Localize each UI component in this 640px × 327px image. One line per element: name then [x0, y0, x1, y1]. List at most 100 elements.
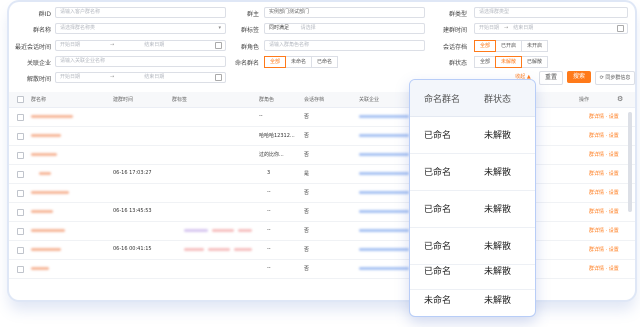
row-create-time: 06-16 13:45:53	[113, 208, 152, 214]
row-checkbox[interactable]	[17, 247, 24, 254]
recent-talk-range[interactable]: 开始日期 → 结束日期	[55, 40, 226, 51]
callout-header: 命名群名 群状态	[410, 80, 535, 117]
filter-label-group-status: 群状态	[448, 60, 467, 67]
row-session-archive: 否	[304, 247, 310, 253]
table-row[interactable]: 06-16 17:03:27 3 是 群详情 · 设置	[9, 165, 635, 184]
callout-col-status: 群状态	[484, 95, 512, 105]
named-group-toggle: 全部 未命名 已命名	[264, 56, 339, 68]
table-row[interactable]: 06-16 00:41:15 -- 否 群详情 · 设置	[9, 241, 635, 260]
table-header: 群名称 建群时间 群标签 群角色 会话存档 关联企业 操作 ⚙	[9, 92, 635, 108]
status-option-all[interactable]: 全部	[474, 56, 497, 68]
group-name-redacted	[31, 248, 61, 251]
row-actions[interactable]: 群详情 · 设置	[589, 132, 619, 139]
callout-status-value: 未解散	[484, 242, 512, 252]
archive-option-on[interactable]: 已开启	[495, 40, 523, 52]
row-checkbox[interactable]	[17, 114, 24, 121]
create-time-range[interactable]: 开始日期 → 结束日期	[474, 23, 628, 34]
refresh-icon: ⟳	[599, 75, 604, 81]
filter-label-group-tag: 群标签	[240, 27, 259, 34]
group-name-redacted	[31, 191, 69, 194]
filter-label-named-group: 命名群名	[234, 60, 259, 67]
row-create-time: 06-16 17:03:27	[113, 170, 152, 176]
dissolve-time-start: 开始日期	[60, 74, 81, 80]
row-session-archive: 否	[304, 190, 310, 196]
group-name-redacted	[31, 210, 53, 213]
row-session-archive: 否	[304, 228, 310, 234]
table-row[interactable]: -- 否 群详情 · 设置	[9, 108, 635, 127]
group-name-redacted	[31, 229, 65, 232]
row-checkbox[interactable]	[17, 152, 24, 159]
row-actions[interactable]: 群详情 · 设置	[589, 170, 619, 177]
group-owner-select[interactable]: 实例部门测试部门	[264, 7, 425, 18]
archive-option-off[interactable]: 未开启	[521, 40, 549, 52]
sync-group-info-button[interactable]: ⟳ 同步群信息	[595, 71, 635, 85]
named-option-unnamed[interactable]: 未命名	[285, 56, 313, 68]
row-session-archive: 否	[304, 266, 310, 272]
row-group-role: --	[259, 113, 263, 119]
table-row[interactable]: 06-16 13:45:53 -- 否 群详情 · 设置	[9, 203, 635, 222]
filter-label-create-time: 建群时间	[442, 27, 467, 34]
row-actions[interactable]: 群详情 · 设置	[589, 227, 619, 234]
archive-option-all[interactable]: 全部	[474, 40, 497, 52]
status-option-dissolved[interactable]: 已解散	[521, 56, 549, 68]
row-actions[interactable]: 群详情 · 设置	[589, 208, 619, 215]
callout-named-value: 已命名	[424, 205, 452, 215]
related-company-input[interactable]: 请输入关联企业名称	[55, 56, 226, 67]
row-actions[interactable]: 群详情 · 设置	[589, 189, 619, 196]
callout-status-value: 未解散	[484, 168, 512, 178]
row-checkbox[interactable]	[17, 209, 24, 216]
row-actions[interactable]: 群详情 · 设置	[589, 113, 619, 120]
group-type-select[interactable]: 请选择群类型	[474, 7, 628, 18]
row-group-role: --	[267, 227, 271, 233]
row-group-role: 过的比你...	[259, 152, 284, 158]
dissolve-time-end: 结束日期	[144, 74, 165, 80]
group-list-panel: 群ID 请输入客户群名称 群主 实例部门测试部门 群类型 请选择群类型 群名称 …	[9, 2, 635, 300]
group-name-redacted	[31, 153, 57, 156]
search-button[interactable]: 搜索	[567, 71, 591, 83]
group-tag-redacted	[184, 248, 204, 251]
select-all-checkbox[interactable]	[17, 96, 24, 103]
table-row[interactable]: -- 否 群详情 · 设置	[9, 260, 635, 279]
row-checkbox[interactable]	[17, 133, 24, 140]
group-name-select[interactable]: 请选择群名称类 ▾	[55, 23, 226, 34]
table-row[interactable]: 哈哈哈12312... 否 群详情 · 设置	[9, 127, 635, 146]
related-company-redacted	[359, 191, 409, 194]
session-archive-toggle: 全部 已开启 未开启	[474, 40, 549, 52]
sync-label: 同步群信息	[605, 75, 631, 81]
row-checkbox[interactable]	[17, 228, 24, 235]
group-tag-mode[interactable]: 同时满足	[269, 25, 289, 31]
related-company-redacted	[359, 134, 409, 137]
callout-named-value: 未命名	[424, 296, 452, 306]
reset-button[interactable]: 重置	[539, 71, 563, 85]
row-group-role: --	[267, 265, 271, 271]
row-actions[interactable]: 群详情 · 设置	[589, 246, 619, 253]
group-id-input[interactable]: 请输入客户群名称	[55, 7, 226, 18]
row-session-archive: 否	[304, 133, 310, 139]
dissolve-time-range[interactable]: 开始日期 → 结束日期	[55, 72, 226, 83]
row-actions[interactable]: 群详情 · 设置	[589, 265, 619, 272]
row-session-archive: 否	[304, 152, 310, 158]
status-option-active[interactable]: 未解散	[495, 56, 523, 68]
table-row[interactable]: -- 否 群详情 · 设置	[9, 222, 635, 241]
row-checkbox[interactable]	[17, 190, 24, 197]
callout-row: 未命名 未解散	[410, 282, 535, 316]
row-group-role: --	[267, 246, 271, 252]
vertical-scrollbar[interactable]	[628, 112, 632, 212]
row-checkbox[interactable]	[17, 171, 24, 178]
col-related-company: 关联企业	[359, 97, 380, 103]
group-tag-select[interactable]: 同时满足 请选择	[264, 23, 425, 34]
table-row[interactable]: -- 否 群详情 · 设置	[9, 184, 635, 203]
col-group-tag: 群标签	[172, 97, 188, 103]
create-time-start: 开始日期	[479, 25, 500, 31]
group-name-redacted	[31, 134, 61, 137]
gear-icon[interactable]: ⚙	[617, 95, 623, 103]
table-row[interactable]: 过的比你... 否 群详情 · 设置	[9, 146, 635, 165]
row-actions[interactable]: 群详情 · 设置	[589, 151, 619, 158]
group-role-input[interactable]: 请输入群角色名称	[264, 40, 425, 51]
row-checkbox[interactable]	[17, 266, 24, 273]
filter-label-group-name: 群名称	[32, 27, 51, 34]
named-option-all[interactable]: 全部	[264, 56, 287, 68]
recent-talk-start: 开始日期	[60, 42, 81, 48]
named-option-named[interactable]: 已命名	[311, 56, 339, 68]
col-operation: 操作	[579, 97, 590, 103]
